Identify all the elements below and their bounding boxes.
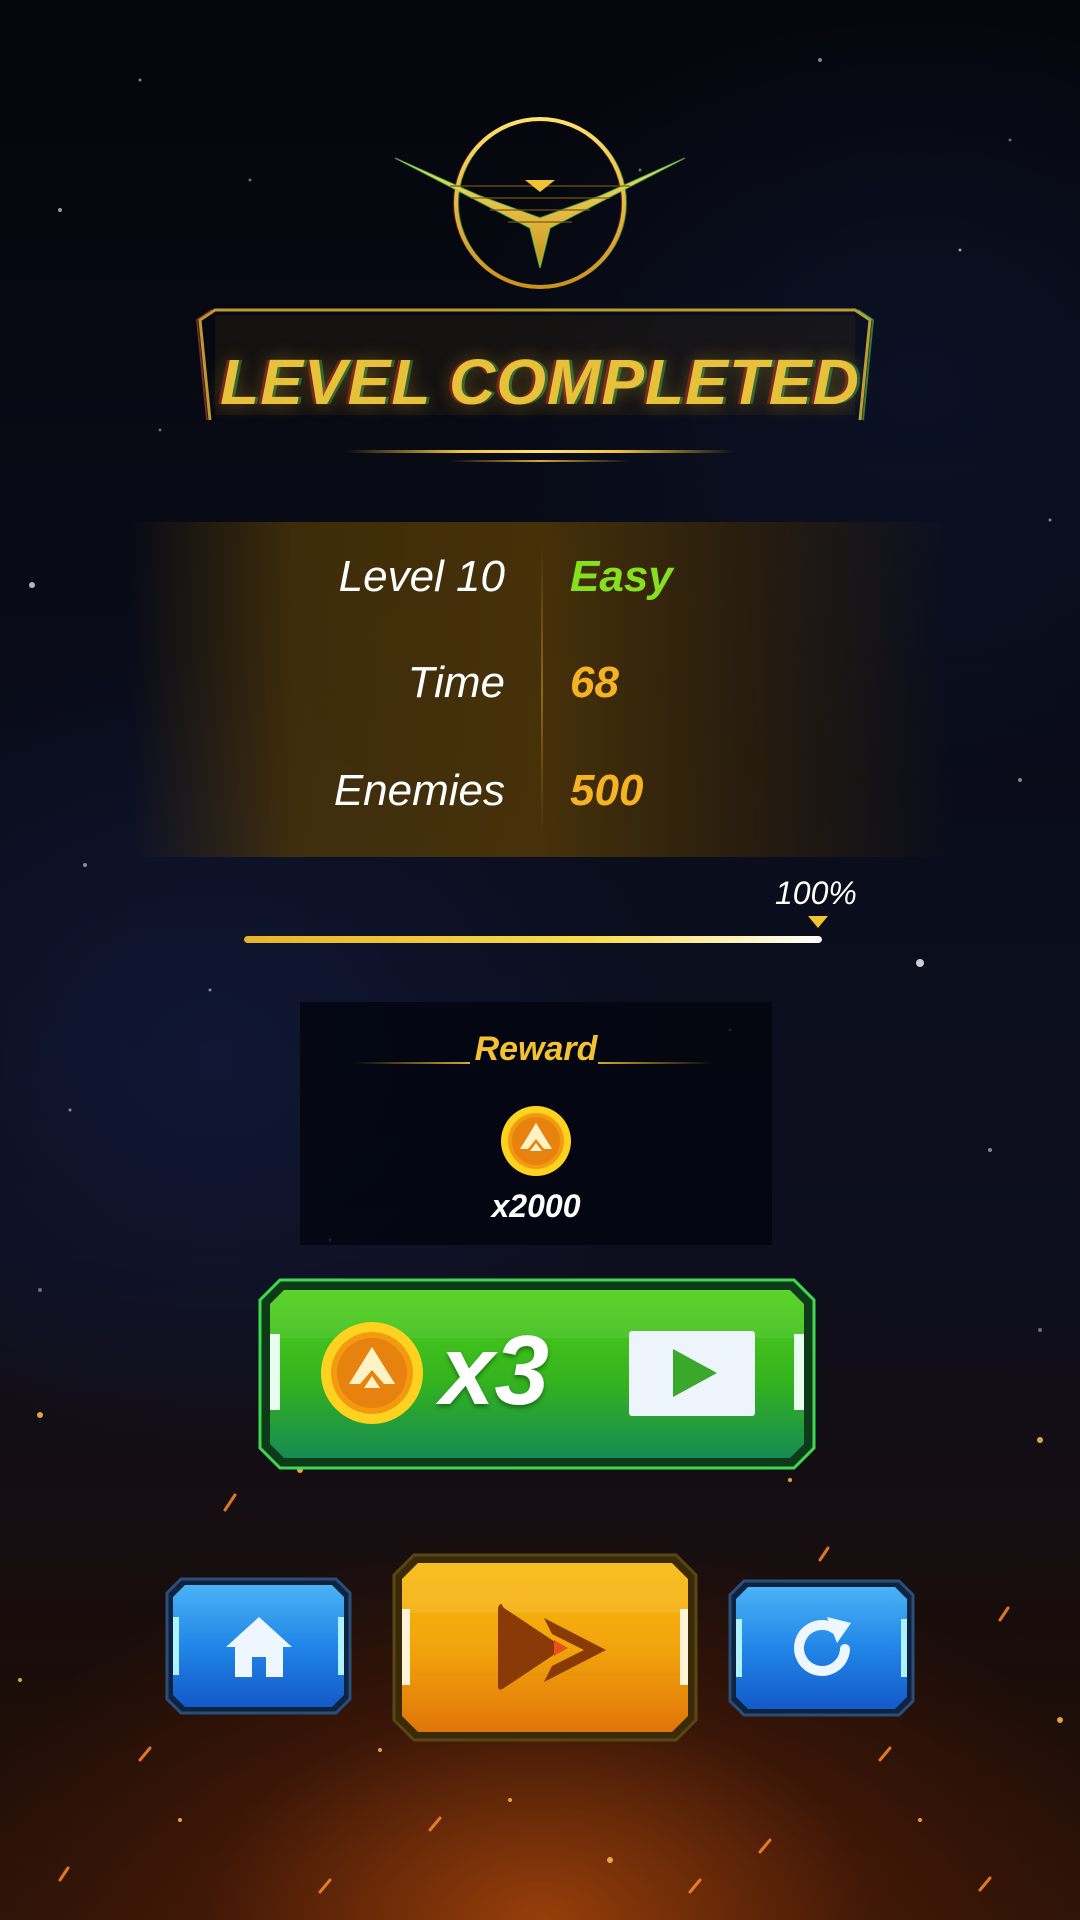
progress-fill	[244, 936, 822, 943]
level-label: Level 10	[338, 552, 505, 601]
progress-marker-icon	[808, 916, 828, 928]
restart-icon	[794, 1617, 851, 1676]
progress-track	[244, 936, 822, 943]
stats-divider	[541, 545, 543, 835]
difficulty-value: Easy	[570, 552, 673, 601]
next-level-button[interactable]	[392, 1553, 698, 1742]
multiplier-label: x3	[440, 1315, 550, 1425]
time-label: Time	[407, 658, 505, 707]
title-underline-accent	[450, 460, 630, 462]
enemies-value: 500	[570, 766, 644, 815]
title-underline	[345, 450, 735, 453]
progress-percent: 100%	[775, 875, 857, 911]
winged-emblem-icon	[394, 117, 686, 289]
time-value: 68	[570, 658, 619, 707]
home-icon	[226, 1617, 292, 1677]
home-button[interactable]	[165, 1577, 352, 1715]
coin-icon	[321, 1322, 423, 1424]
video-play-icon	[629, 1331, 755, 1416]
reward-title: Reward	[474, 1030, 598, 1068]
fast-forward-icon	[498, 1604, 606, 1690]
level-completed-title: LEVEL COMPLETED	[220, 346, 860, 418]
enemies-label: Enemies	[333, 766, 505, 815]
coin-icon	[501, 1106, 571, 1176]
watch-ad-x3-button[interactable]: x3	[258, 1278, 816, 1470]
retry-button[interactable]	[728, 1579, 915, 1717]
reward-amount: x2000	[491, 1188, 581, 1224]
